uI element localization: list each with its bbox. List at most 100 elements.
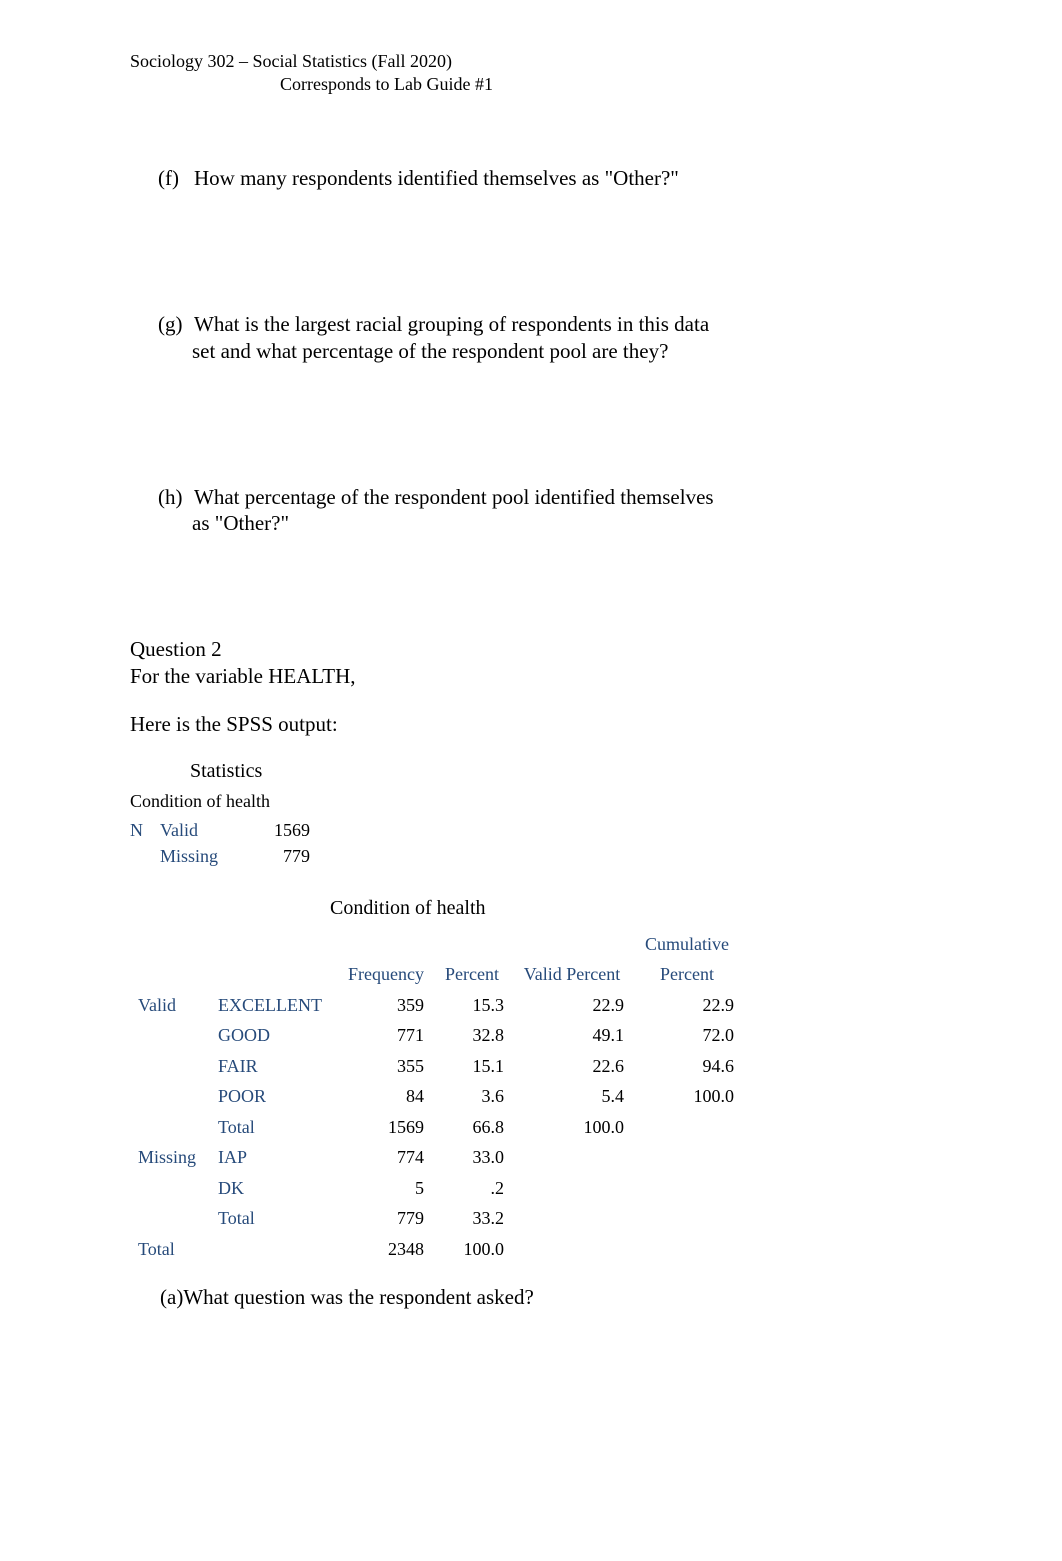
question-2-output-line: Here is the SPSS output: — [130, 711, 932, 737]
stats-missing-label: Missing — [160, 843, 260, 870]
row-frequency: 774 — [340, 1142, 432, 1173]
row-valid-percent: 49.1 — [512, 1020, 632, 1051]
row-group — [130, 1020, 210, 1051]
row-frequency: 5 — [340, 1173, 432, 1204]
row-cumulative-percent: 22.9 — [632, 990, 742, 1021]
row-percent: 100.0 — [432, 1234, 512, 1265]
row-cumulative-percent — [632, 1234, 742, 1265]
row-valid-percent — [512, 1203, 632, 1234]
row-frequency: 1569 — [340, 1112, 432, 1143]
statistics-table: N Valid 1569 Missing 779 — [130, 817, 320, 870]
row-frequency: 2348 — [340, 1234, 432, 1265]
row-percent: 33.0 — [432, 1142, 512, 1173]
row-group: Missing — [130, 1142, 210, 1173]
question-h: (h) What percentage of the respondent po… — [130, 484, 932, 537]
row-cumulative-percent — [632, 1173, 742, 1204]
statistics-title: Statistics — [190, 759, 932, 784]
table-header-row: Frequency Percent Valid Percent Percent — [130, 959, 742, 990]
row-percent: 15.1 — [432, 1051, 512, 1082]
page-header: Sociology 302 – Social Statistics (Fall … — [130, 50, 932, 95]
row-group — [130, 1112, 210, 1143]
row-group — [130, 1203, 210, 1234]
row-valid-percent — [512, 1234, 632, 1265]
row-percent: 66.8 — [432, 1112, 512, 1143]
row-frequency: 779 — [340, 1203, 432, 1234]
row-valid-percent: 22.9 — [512, 990, 632, 1021]
question-2-section: Question 2 For the variable HEALTH, Here… — [130, 636, 932, 737]
row-category — [210, 1234, 340, 1265]
question-h-text2: as "Other?" — [130, 510, 932, 536]
frequency-table: Cumulative Frequency Percent Valid Perce… — [130, 929, 742, 1265]
table-header-row: Cumulative — [130, 929, 742, 960]
question-a: (a)What question was the respondent aske… — [130, 1284, 932, 1310]
question-g-text2: set and what percentage of the responden… — [130, 338, 932, 364]
row-category: DK — [210, 1173, 340, 1204]
statistics-subtitle: Condition of health — [130, 790, 932, 813]
row-group — [130, 1081, 210, 1112]
table-row: GOOD77132.849.172.0 — [130, 1020, 742, 1051]
row-valid-percent: 5.4 — [512, 1081, 632, 1112]
row-category: FAIR — [210, 1051, 340, 1082]
table-row: MissingIAP77433.0 — [130, 1142, 742, 1173]
row-cumulative-percent: 94.6 — [632, 1051, 742, 1082]
table-row: ValidEXCELLENT35915.322.922.9 — [130, 990, 742, 1021]
row-percent: .2 — [432, 1173, 512, 1204]
row-percent: 33.2 — [432, 1203, 512, 1234]
question-f-text: How many respondents identified themselv… — [194, 165, 932, 191]
stats-missing-value: 779 — [260, 843, 320, 870]
row-cumulative-percent — [632, 1203, 742, 1234]
table-row: Total77933.2 — [130, 1203, 742, 1234]
row-category: EXCELLENT — [210, 990, 340, 1021]
question-a-text: What question was the respondent asked? — [183, 1285, 533, 1309]
row-valid-percent — [512, 1173, 632, 1204]
table-row: Total 2348100.0 — [130, 1234, 742, 1265]
worksheet-page: Sociology 302 – Social Statistics (Fall … — [0, 0, 1062, 1390]
row-percent: 3.6 — [432, 1081, 512, 1112]
row-category: IAP — [210, 1142, 340, 1173]
row-category: GOOD — [210, 1020, 340, 1051]
question-h-label: (h) — [158, 484, 192, 510]
header-subtitle: Corresponds to Lab Guide #1 — [130, 73, 932, 96]
question-g: (g) What is the largest racial grouping … — [130, 311, 932, 364]
table-row: Total156966.8100.0 — [130, 1112, 742, 1143]
row-group — [130, 1173, 210, 1204]
header-frequency: Frequency — [340, 959, 432, 990]
row-percent: 15.3 — [432, 990, 512, 1021]
question-2-varline: For the variable HEALTH, — [130, 663, 932, 689]
table-row: DK5.2 — [130, 1173, 742, 1204]
question-g-label: (g) — [158, 311, 192, 337]
row-percent: 32.8 — [432, 1020, 512, 1051]
row-category: Total — [210, 1112, 340, 1143]
table-row: N Valid 1569 — [130, 817, 320, 844]
table-row: POOR843.65.4100.0 — [130, 1081, 742, 1112]
row-cumulative-percent: 72.0 — [632, 1020, 742, 1051]
row-group: Valid — [130, 990, 210, 1021]
question-h-text1: What percentage of the respondent pool i… — [194, 484, 932, 510]
row-cumulative-percent — [632, 1112, 742, 1143]
row-frequency: 771 — [340, 1020, 432, 1051]
row-group: Total — [130, 1234, 210, 1265]
header-cumulative: Cumulative — [632, 929, 742, 960]
row-frequency: 355 — [340, 1051, 432, 1082]
row-category: Total — [210, 1203, 340, 1234]
question-a-label: (a) — [160, 1285, 183, 1309]
frequency-table-title: Condition of health — [330, 896, 932, 921]
question-2-heading: Question 2 — [130, 636, 932, 662]
header-percent: Percent — [432, 959, 512, 990]
stats-n-label: N — [130, 817, 160, 844]
row-cumulative-percent: 100.0 — [632, 1081, 742, 1112]
stats-valid-value: 1569 — [260, 817, 320, 844]
row-valid-percent: 22.6 — [512, 1051, 632, 1082]
question-f-label: (f) — [158, 165, 192, 191]
table-row: Missing 779 — [130, 843, 320, 870]
header-valid-percent: Valid Percent — [512, 959, 632, 990]
header-cumulative-percent: Percent — [632, 959, 742, 990]
row-category: POOR — [210, 1081, 340, 1112]
question-f: (f) How many respondents identified them… — [130, 165, 932, 191]
header-course: Sociology 302 – Social Statistics (Fall … — [130, 50, 932, 73]
table-row: FAIR35515.122.694.6 — [130, 1051, 742, 1082]
row-frequency: 84 — [340, 1081, 432, 1112]
row-valid-percent: 100.0 — [512, 1112, 632, 1143]
row-group — [130, 1051, 210, 1082]
row-cumulative-percent — [632, 1142, 742, 1173]
